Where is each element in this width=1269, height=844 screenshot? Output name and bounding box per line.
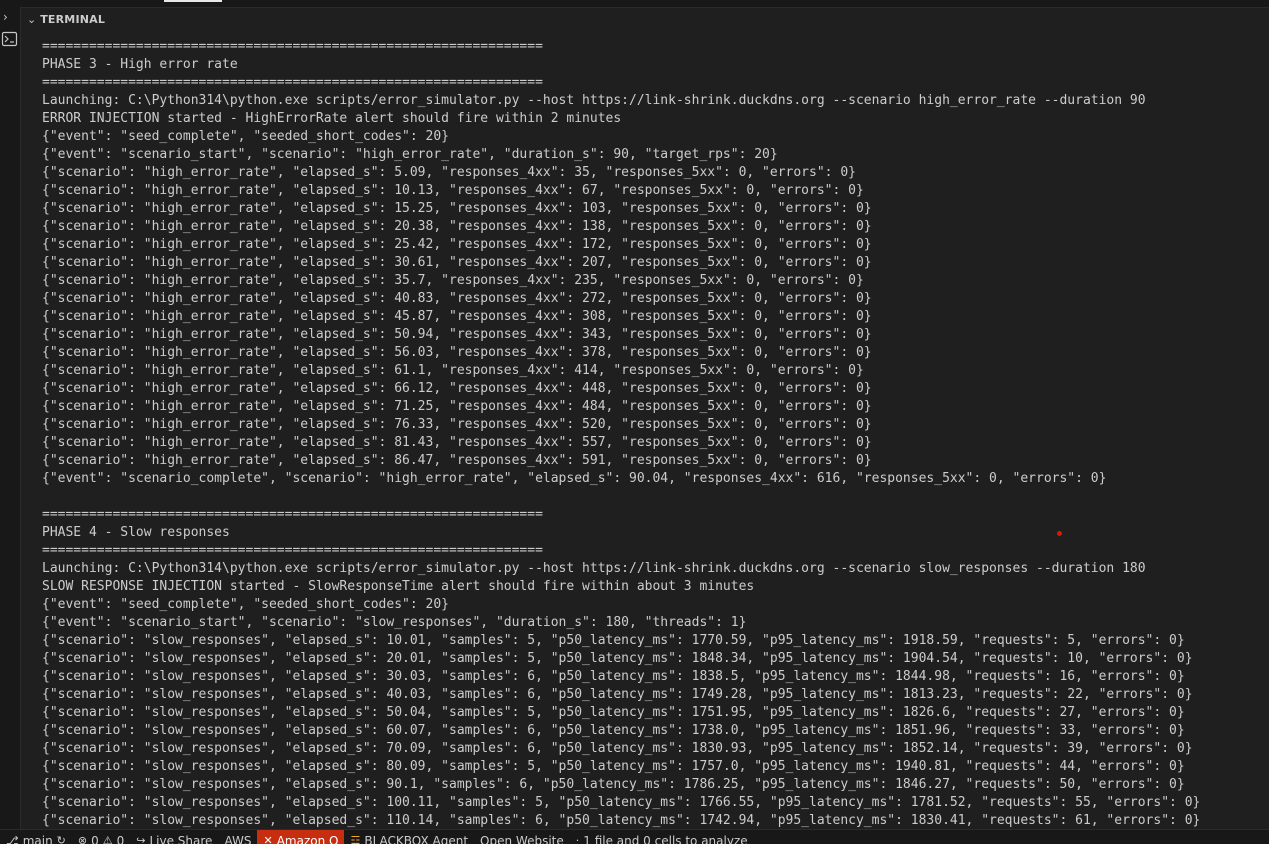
terminal-line: {"scenario": "slow_responses", "elapsed_… [42,633,1185,648]
terminal-line: {"scenario": "slow_responses", "elapsed_… [42,759,1185,774]
aws-label: AWS [224,834,252,844]
terminal-line: {"scenario": "slow_responses", "elapsed_… [42,705,1185,720]
terminal-line: ========================================… [42,75,543,90]
chevron-right-icon[interactable]: › [3,10,8,24]
analyze-status[interactable]: · 1 file and 0 cells to analyze [570,830,754,844]
terminal-line: ========================================… [42,39,543,54]
terminal-line: {"scenario": "high_error_rate", "elapsed… [42,363,864,378]
terminal-line: {"scenario": "high_error_rate", "elapsed… [42,417,872,432]
dot-icon: · [575,834,580,844]
terminal-line: {"scenario": "high_error_rate", "elapsed… [42,237,872,252]
terminal-line: {"event": "scenario_start", "scenario": … [42,615,747,630]
sync-icon[interactable]: ↻ [57,832,66,844]
terminal-line: {"scenario": "slow_responses", "elapsed_… [42,777,1185,792]
terminal-line: Launching: C:\Python314\python.exe scrip… [42,561,1146,576]
terminal-line: {"scenario": "slow_responses", "elapsed_… [42,669,1185,684]
blackbox-agent-button[interactable]: ☲ BLACKBOX Agent [344,830,474,844]
terminal-line: SLOW RESPONSE INJECTION started - SlowRe… [42,579,755,594]
problems-status[interactable]: ⊗ 0 ⚠ 0 [72,830,130,844]
active-tab-indicator [164,0,222,2]
terminal-output[interactable]: ========================================… [42,38,1267,828]
terminal-line: ========================================… [42,507,543,522]
red-dot-marker [1057,531,1062,536]
terminal-line: PHASE 3 - High error rate [42,57,238,72]
error-count: 0 [91,834,99,844]
terminal-line: {"scenario": "high_error_rate", "elapsed… [42,183,864,198]
blackbox-label: BLACKBOX Agent [364,834,469,844]
status-bar: ⎇ main ↻ ⊗ 0 ⚠ 0 ↪ Live Share AWS ✕ Amaz… [0,829,1269,844]
terminal-line: PHASE 4 - Slow responses [42,525,230,540]
open-website-button[interactable]: Open Website [474,830,570,844]
terminal-line: {"event": "scenario_start", "scenario": … [42,147,778,162]
analyze-label: 1 file and 0 cells to analyze [583,834,748,844]
chevron-down-icon[interactable]: ⌄ [27,13,36,26]
terminal-line: ERROR INJECTION started - HighErrorRate … [42,111,622,126]
terminal-line: {"scenario": "slow_responses", "elapsed_… [42,723,1185,738]
terminal-line: {"event": "seed_complete", "seeded_short… [42,129,449,144]
terminal-panel-header: ⌄ TERMINAL [21,7,1269,30]
side-gutter: › [0,7,21,829]
terminal-line: {"scenario": "high_error_rate", "elapsed… [42,345,872,360]
branch-status[interactable]: ⎇ main ↻ [0,830,72,844]
aws-button[interactable]: AWS [218,830,257,844]
git-branch-icon: ⎇ [6,834,19,844]
terminal-line: {"scenario": "high_error_rate", "elapsed… [42,255,872,270]
open-website-label: Open Website [480,834,564,844]
terminal-line: {"scenario": "high_error_rate", "elapsed… [42,165,856,180]
terminal-line: {"scenario": "high_error_rate", "elapsed… [42,399,872,414]
terminal-icon[interactable] [1,31,18,47]
terminal-line: {"event": "scenario_complete", "scenario… [42,471,1107,486]
terminal-line: {"scenario": "slow_responses", "elapsed_… [42,651,1193,666]
amazon-q-label: Amazon Q [276,834,339,844]
terminal-line: {"scenario": "high_error_rate", "elapsed… [42,219,872,234]
warning-triangle-icon: ⚠ [102,834,113,844]
terminal-line: {"scenario": "slow_responses", "elapsed_… [42,741,1193,756]
terminal-line: {"scenario": "high_error_rate", "elapsed… [42,201,872,216]
terminal-line: ========================================… [42,543,543,558]
terminal-line: {"scenario": "high_error_rate", "elapsed… [42,273,864,288]
top-strip [0,0,1269,7]
amazon-q-button[interactable]: ✕ Amazon Q [257,830,345,844]
live-share-label: Live Share [149,834,213,844]
branch-name: main [22,834,53,844]
error-circle-icon: ⊗ [77,834,88,844]
live-share-icon: ↪ [136,834,146,844]
close-x-icon: ✕ [263,834,273,844]
terminal-line: {"scenario": "slow_responses", "elapsed_… [42,795,1201,810]
panel-title[interactable]: TERMINAL [40,13,105,26]
terminal-line: Launching: C:\Python314\python.exe scrip… [42,93,1146,108]
fire-icon: ☲ [350,834,361,844]
terminal-line: {"scenario": "high_error_rate", "elapsed… [42,327,872,342]
warning-count: 0 [116,834,125,844]
terminal-line: {"scenario": "high_error_rate", "elapsed… [42,309,872,324]
terminal-line: {"scenario": "high_error_rate", "elapsed… [42,381,872,396]
terminal-line: {"event": "seed_complete", "seeded_short… [42,597,449,612]
terminal-line: {"scenario": "slow_responses", "elapsed_… [42,687,1193,702]
terminal-line: {"scenario": "high_error_rate", "elapsed… [42,453,872,468]
terminal-line: {"scenario": "high_error_rate", "elapsed… [42,291,872,306]
terminal-line: {"scenario": "slow_responses", "elapsed_… [42,813,1201,828]
live-share-button[interactable]: ↪ Live Share [130,830,218,844]
terminal-line: {"scenario": "high_error_rate", "elapsed… [42,435,872,450]
